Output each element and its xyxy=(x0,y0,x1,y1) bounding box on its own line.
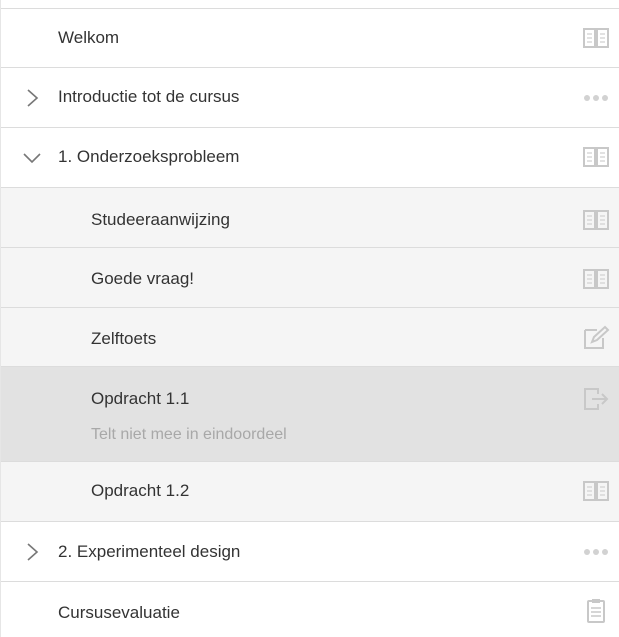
nav-item-label: Studeeraanwijzing xyxy=(91,210,230,229)
course-navigation: Welkom Introductie tot de cursus 1. Onde… xyxy=(0,0,619,637)
nav-item-opdracht-1-1[interactable]: Opdracht 1.1 Telt niet mee in eindoordee… xyxy=(1,367,619,462)
nav-item-onderzoeksprobleem[interactable]: 1. Onderzoeksprobleem xyxy=(1,128,619,188)
nav-item-opdracht-1-2[interactable]: Opdracht 1.2 xyxy=(1,462,619,522)
ellipsis-icon xyxy=(584,549,608,555)
nav-item-label: Opdracht 1.2 xyxy=(91,481,190,500)
nav-item-studeeraanwijzing[interactable]: Studeeraanwijzing xyxy=(1,188,619,248)
book-icon xyxy=(583,147,609,167)
chevron-down-icon[interactable] xyxy=(21,147,43,169)
chevron-right-icon[interactable] xyxy=(21,87,43,109)
book-icon xyxy=(583,28,609,48)
ellipsis-icon xyxy=(584,95,608,101)
nav-item-label: Welkom xyxy=(58,28,120,47)
clipboard-icon xyxy=(587,599,605,623)
book-icon xyxy=(583,481,609,501)
nav-item-welkom[interactable]: Welkom xyxy=(1,8,619,68)
book-icon xyxy=(583,269,609,289)
nav-item-label: Zelftoets xyxy=(91,329,157,348)
nav-item-introductie[interactable]: Introductie tot de cursus xyxy=(1,68,619,128)
nav-item-experimenteel-design[interactable]: 2. Experimenteel design xyxy=(1,522,619,582)
edit-icon xyxy=(584,325,610,349)
nav-item-label: Introductie tot de cursus xyxy=(58,87,240,106)
chevron-right-icon[interactable] xyxy=(21,541,43,563)
nav-item-label: 2. Experimenteel design xyxy=(58,542,241,561)
nav-item-goede-vraag[interactable]: Goede vraag! xyxy=(1,248,619,308)
nav-item-label: Opdracht 1.1 xyxy=(91,389,190,408)
nav-item-zelftoets[interactable]: Zelftoets xyxy=(1,308,619,367)
nav-item-label: Goede vraag! xyxy=(91,269,195,288)
nav-item-cursusevaluatie[interactable]: Cursusevaluatie xyxy=(1,582,619,637)
nav-item-label: 1. Onderzoeksprobleem xyxy=(58,147,240,166)
submit-icon xyxy=(584,388,609,410)
book-icon xyxy=(583,210,609,230)
nav-item-sublabel: Telt niet mee in eindoordeel xyxy=(91,426,287,443)
nav-item-label: Cursusevaluatie xyxy=(58,603,180,622)
